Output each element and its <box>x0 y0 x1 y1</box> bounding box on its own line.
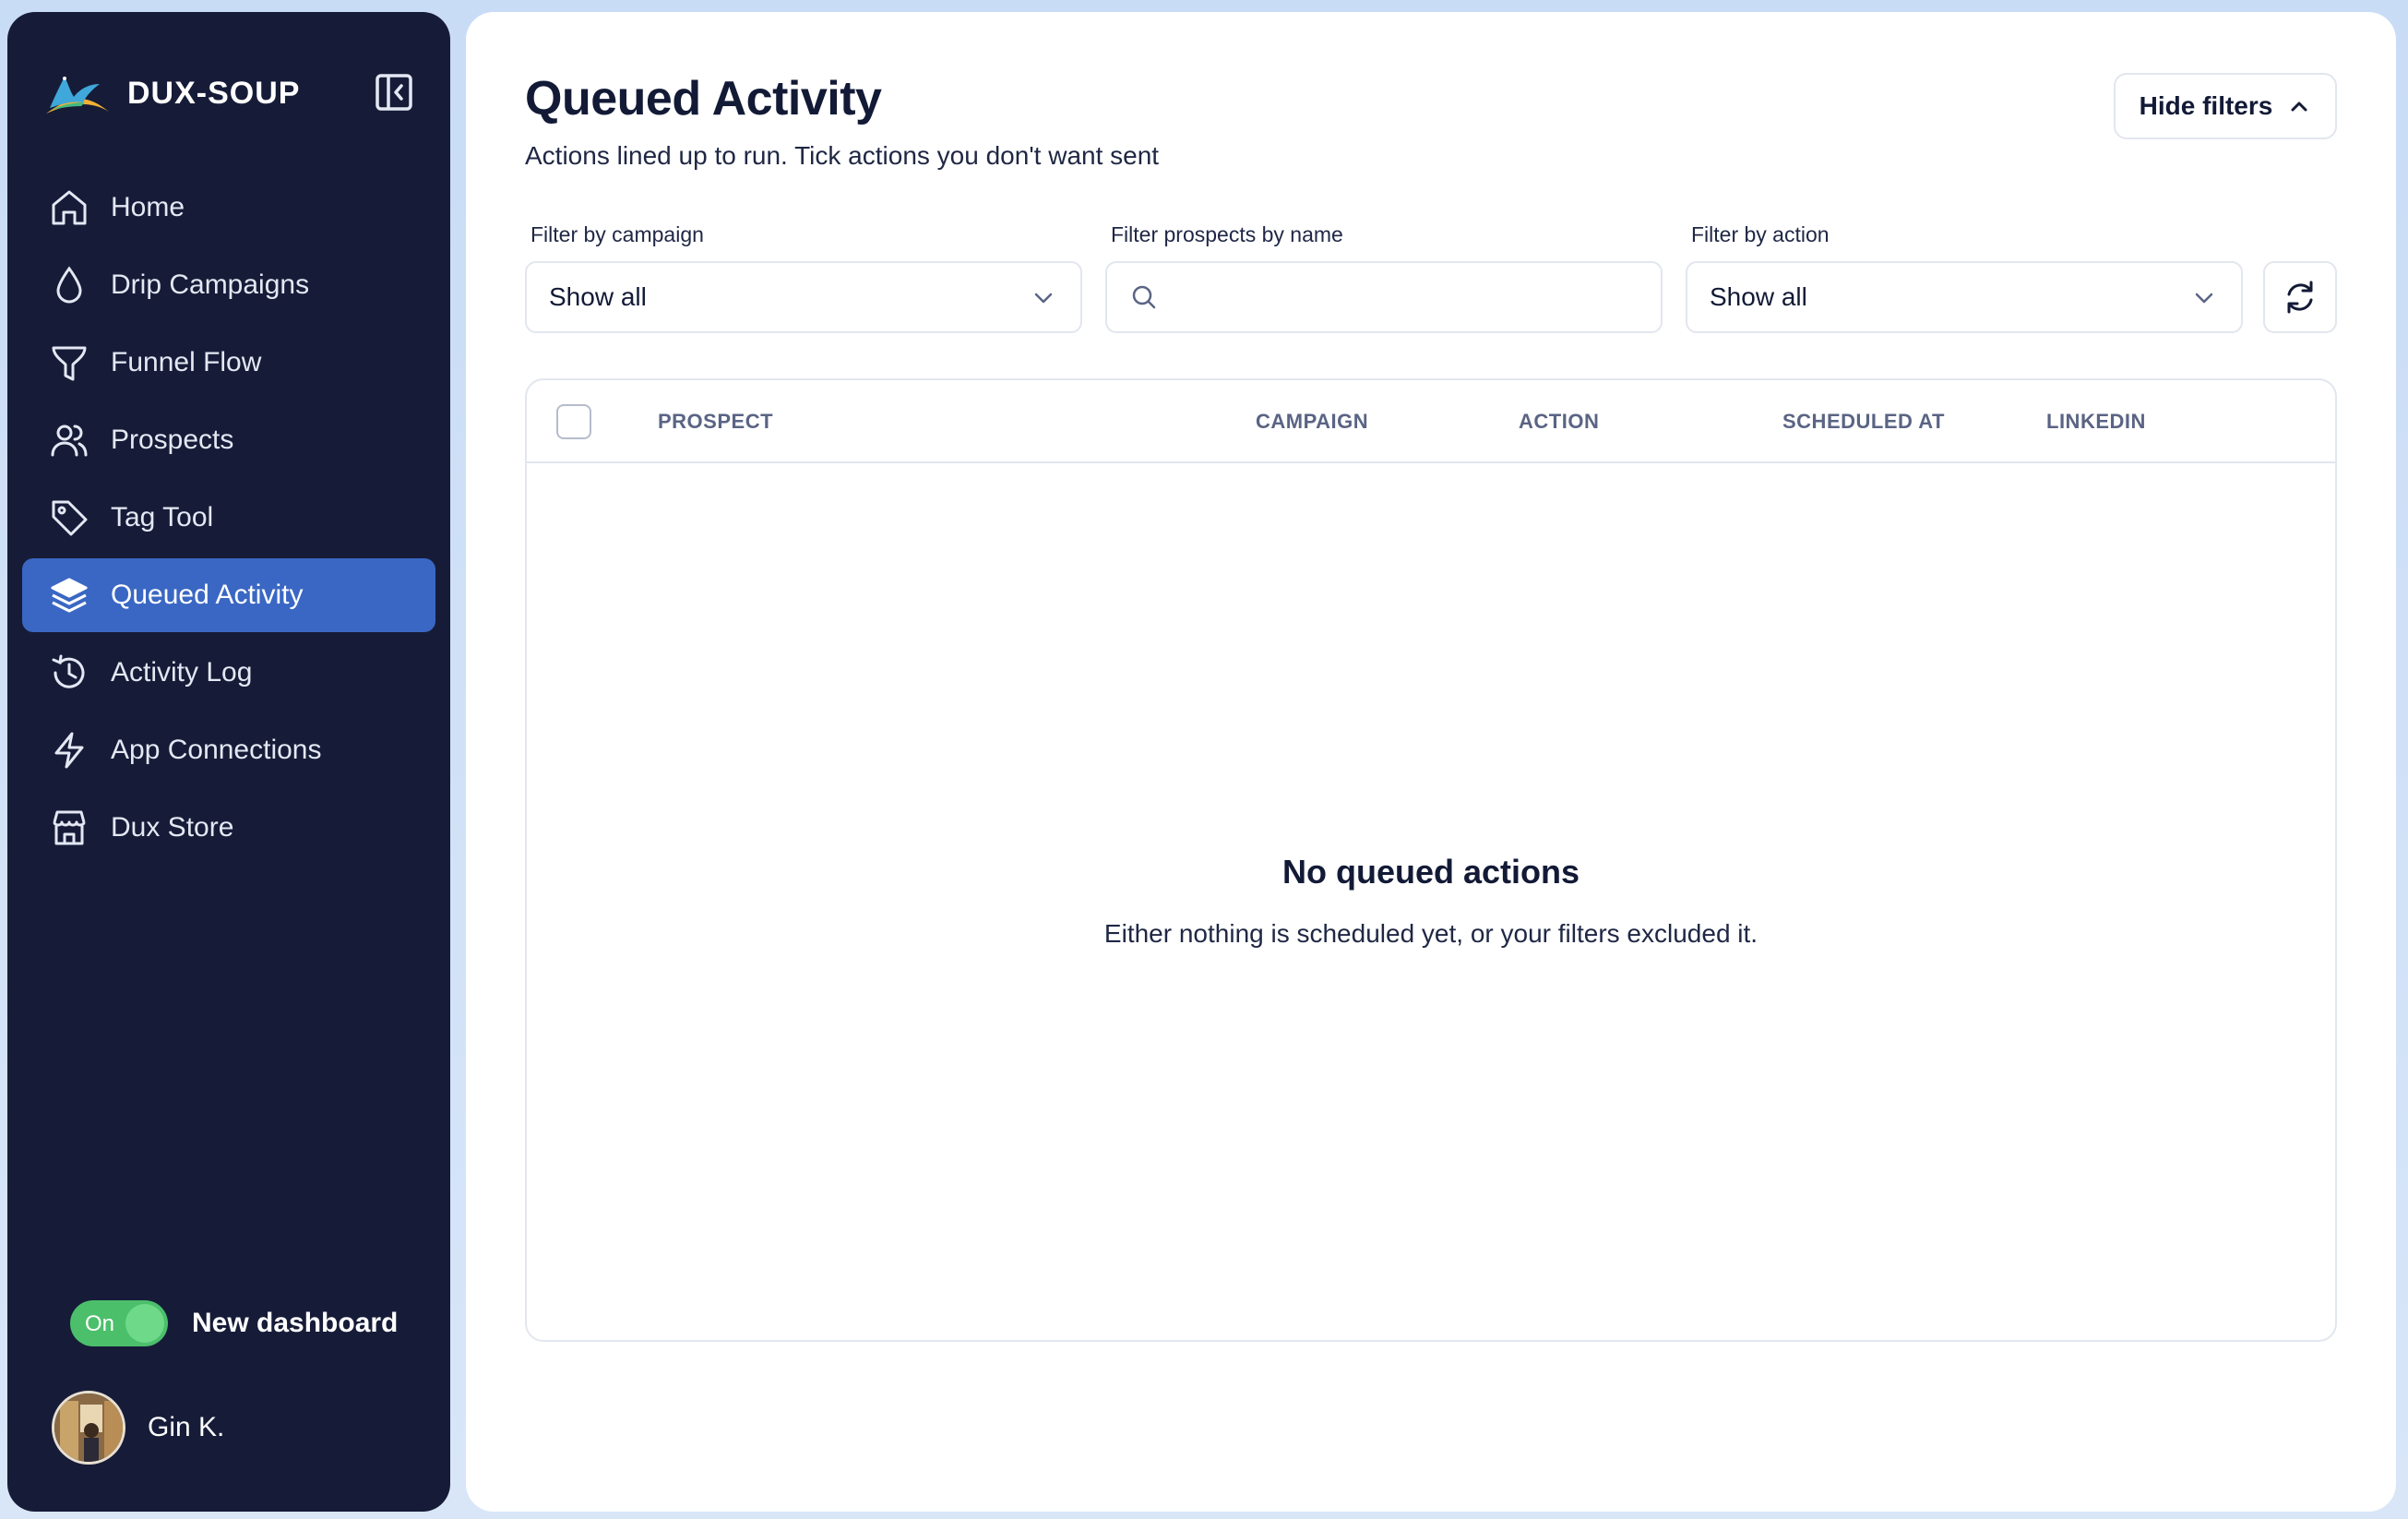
bolt-icon <box>48 729 90 771</box>
sidebar-item-label: Tag Tool <box>111 502 214 532</box>
collapse-sidebar-button[interactable] <box>373 71 415 114</box>
hide-filters-button[interactable]: Hide filters <box>2114 73 2337 139</box>
sidebar-item-home[interactable]: Home <box>22 171 435 245</box>
refresh-button[interactable] <box>2263 261 2337 333</box>
sidebar-nav: Home Drip Campaigns Funnel Flow Prospect… <box>22 171 435 868</box>
empty-state-subtitle: Either nothing is scheduled yet, or your… <box>1103 919 1758 948</box>
table-header: PROSPECT CAMPAIGN ACTION SCHEDULED AT LI… <box>527 380 2335 463</box>
name-search-input[interactable] <box>1175 282 1637 312</box>
campaign-filter-select[interactable]: Show all <box>525 261 1082 333</box>
chevron-down-icon <box>1034 293 1053 304</box>
toggle-state: On <box>85 1311 115 1336</box>
tag-icon <box>48 496 90 539</box>
column-header-action[interactable]: ACTION <box>1519 410 1599 434</box>
home-icon <box>48 186 90 229</box>
sidebar-item-label: Dux Store <box>111 812 234 843</box>
avatar <box>52 1391 125 1465</box>
funnel-icon <box>48 341 90 384</box>
page-title: Queued Activity <box>525 72 882 126</box>
user-profile[interactable]: Gin K. <box>52 1391 224 1465</box>
brand-name: DUX-SOUP <box>127 75 301 111</box>
column-header-campaign[interactable]: CAMPAIGN <box>1256 410 1368 434</box>
users-icon <box>48 419 90 461</box>
sidebar-item-tag-tool[interactable]: Tag Tool <box>22 481 435 555</box>
sidebar-item-prospects[interactable]: Prospects <box>22 403 435 477</box>
page-subtitle: Actions lined up to run. Tick actions yo… <box>525 141 1160 170</box>
sidebar-item-label: Prospects <box>111 425 234 455</box>
dux-soup-logo-icon <box>46 77 109 114</box>
sidebar-item-queued-activity[interactable]: Queued Activity <box>22 558 435 632</box>
column-header-prospect[interactable]: PROSPECT <box>658 410 773 434</box>
sidebar-item-label: Activity Log <box>111 657 253 688</box>
action-filter-value: Show all <box>1710 282 1807 311</box>
empty-state-title: No queued actions <box>1281 853 1580 891</box>
sidebar-item-label: Drip Campaigns <box>111 269 310 300</box>
column-header-scheduled-at[interactable]: SCHEDULED AT <box>1782 410 1945 434</box>
sidebar-item-label: Queued Activity <box>111 580 304 610</box>
sidebar-item-label: Funnel Flow <box>111 347 262 377</box>
new-dashboard-toggle[interactable]: On <box>70 1300 168 1346</box>
select-all-checkbox[interactable] <box>556 404 591 439</box>
sidebar-item-app-connections[interactable]: App Connections <box>22 713 435 787</box>
toggle-knob <box>125 1304 164 1343</box>
user-name: Gin K. <box>148 1412 225 1442</box>
search-icon <box>1132 285 1156 309</box>
sidebar-item-label: App Connections <box>111 735 322 765</box>
chevron-up-icon <box>2291 102 2307 112</box>
sidebar-item-drip-campaigns[interactable]: Drip Campaigns <box>22 248 435 322</box>
avatar-photo-icon <box>54 1393 123 1462</box>
column-header-linkedin[interactable]: LINKEDIN <box>2046 410 2146 434</box>
queued-actions-table: PROSPECT CAMPAIGN ACTION SCHEDULED AT LI… <box>525 378 2337 1342</box>
new-dashboard-label: New dashboard <box>192 1308 399 1338</box>
layers-icon <box>48 574 90 616</box>
drop-icon <box>48 264 90 306</box>
store-icon <box>48 807 90 849</box>
sidebar-item-activity-log[interactable]: Activity Log <box>22 636 435 710</box>
main-panel: Queued Activity Actions lined up to run.… <box>466 12 2396 1512</box>
sidebar-item-funnel-flow[interactable]: Funnel Flow <box>22 326 435 400</box>
hide-filters-label: Hide filters <box>2139 91 2273 120</box>
sidebar-item-dux-store[interactable]: Dux Store <box>22 791 435 865</box>
action-filter-select[interactable]: Show all <box>1686 261 2243 333</box>
action-filter-label: Filter by action <box>1691 222 1830 246</box>
brand[interactable]: DUX-SOUP <box>42 66 300 121</box>
sidebar-item-label: Home <box>111 192 185 222</box>
campaign-filter-value: Show all <box>549 282 647 311</box>
name-filter-label: Filter prospects by name <box>1111 222 1343 246</box>
name-filter-field <box>1105 261 1663 333</box>
new-dashboard-toggle-row: On New dashboard <box>70 1300 398 1346</box>
history-icon <box>48 652 90 694</box>
campaign-filter-label: Filter by campaign <box>530 222 704 246</box>
sidebar-collapse-icon <box>376 74 412 111</box>
sidebar: DUX-SOUP Home Drip Campaigns Funnel Flow <box>7 12 450 1512</box>
chevron-down-icon <box>2195 293 2213 304</box>
refresh-icon <box>2287 281 2313 314</box>
